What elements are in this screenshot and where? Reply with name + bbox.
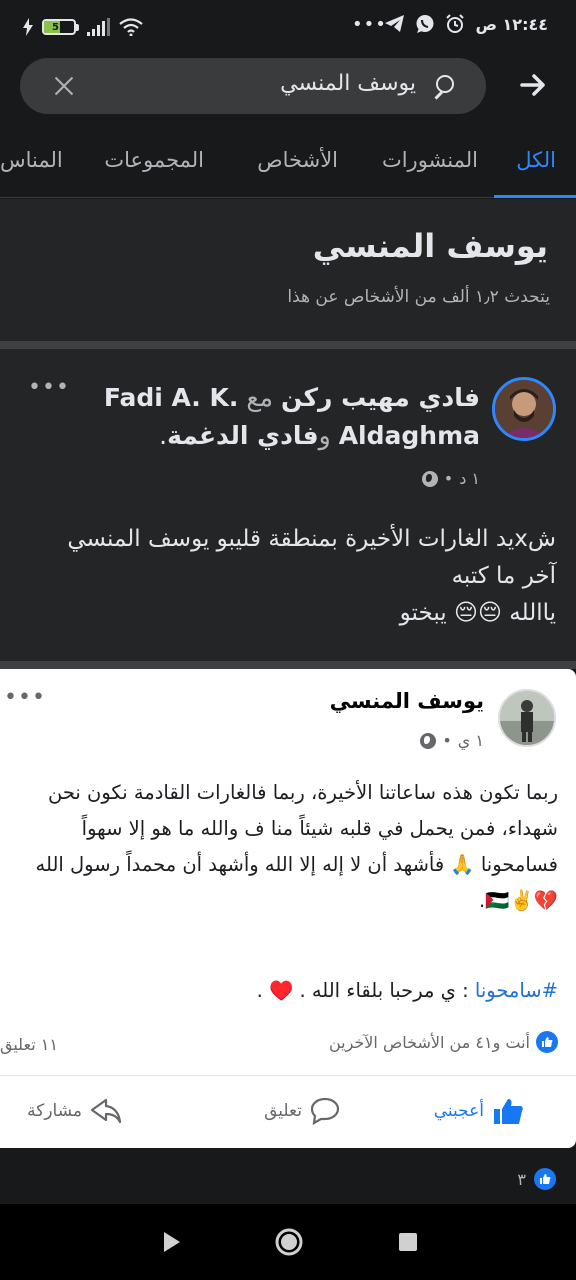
comment-label: تعليق: [264, 1101, 302, 1121]
post-text-line: شxيد الغارات الأخيرة بمنطقة قليبو يوسف ا…: [67, 526, 556, 552]
avatar[interactable]: [492, 377, 556, 441]
status-left: 52: [22, 16, 143, 38]
topic-header: يوسف المنسي يتحدث ١٫٢ ألف من الأشخاص عن …: [0, 199, 576, 341]
outer-reactions-count: ٣: [517, 1169, 526, 1189]
signal-icon: [87, 18, 110, 36]
comments-count[interactable]: ١١ تعليق: [0, 1035, 58, 1054]
status-overflow: •••: [352, 14, 387, 35]
and-word: و: [318, 421, 331, 450]
post-time[interactable]: ١ د: [459, 469, 480, 488]
post-card: فادي مهيب ركن مع Fadi A. K. Aldaghma وفا…: [0, 349, 576, 661]
search-query[interactable]: يوسف المنسي: [280, 71, 416, 96]
with-word: مع: [246, 383, 274, 412]
shared-post-body: ربما تكون هذه ساعاتنا الأخيرة، ربما فالغ…: [35, 781, 558, 912]
share-label: مشاركة: [27, 1101, 82, 1121]
post-author[interactable]: فادي مهيب ركن: [281, 383, 480, 412]
charging-bolt-icon: [23, 18, 33, 36]
like-button[interactable]: أعجبني: [434, 1097, 524, 1125]
reactions-summary[interactable]: أنت و٤١ من الأشخاص الآخرين: [329, 1031, 558, 1053]
reactions-text: أنت و٤١ من الأشخاص الآخرين: [328, 1032, 530, 1052]
back-arrow-icon[interactable]: [518, 70, 548, 100]
tab-posts[interactable]: المنشورات: [382, 148, 478, 172]
shared-avatar[interactable]: [498, 689, 556, 747]
search-field[interactable]: يوسف المنسي: [20, 58, 486, 114]
home-circle-icon[interactable]: [274, 1227, 304, 1257]
clock: ١٢:٤٤ ص: [475, 14, 548, 34]
more-options-icon[interactable]: •••: [4, 685, 46, 710]
topic-title: يوسف المنسي: [312, 227, 548, 265]
actions-divider: [0, 1075, 576, 1076]
alarm-icon: [446, 14, 465, 33]
shared-post-time[interactable]: ١ ي: [458, 731, 484, 750]
active-tab-indicator: [494, 195, 576, 198]
post-author-line: فادي مهيب ركن مع Fadi A. K. Aldaghma وفا…: [103, 383, 480, 450]
tagged-user-2[interactable]: فادي الدغمة: [167, 421, 319, 450]
like-reaction-icon: [536, 1031, 558, 1053]
telegram-icon: [385, 15, 405, 32]
shared-post-card[interactable]: يوسف المنسي ١ ي • ••• ربما تكون هذه ساعا…: [0, 669, 576, 1148]
post-text-line: ياالله 😔😔 يبختو: [399, 600, 556, 626]
tab-all[interactable]: الكل: [516, 148, 556, 172]
post-divider: [0, 661, 576, 669]
outer-reactions[interactable]: ٣: [517, 1168, 556, 1190]
whatsapp-icon: [416, 15, 434, 33]
tab-groups[interactable]: المجموعات: [104, 148, 204, 172]
search-icon: [432, 75, 454, 97]
section-divider: [0, 341, 576, 349]
like-icon: [494, 1099, 523, 1124]
wifi-icon: [119, 18, 143, 36]
like-reaction-icon: [534, 1168, 556, 1190]
hashtag-rest: : ي مرحبا بلقاء الله . ♥️ .: [256, 979, 469, 1002]
avatar-photo: [500, 691, 554, 745]
search-tabs: الكل المنشورات الأشخاص المجموعات المناس: [0, 130, 576, 198]
shared-post-meta: ١ ي •: [420, 731, 484, 750]
post-text: شxيد الغارات الأخيرة بمنطقة قليبو يوسف ا…: [16, 521, 556, 632]
shared-post-author[interactable]: يوسف المنسي: [330, 689, 484, 713]
post-text-line: آخر ما كتبه: [451, 563, 556, 589]
status-right: ١٢:٤٤ ص: [385, 14, 548, 34]
avatar-photo: [495, 380, 553, 438]
like-label: أعجبني: [433, 1101, 484, 1121]
clear-icon[interactable]: [50, 72, 78, 100]
comment-button[interactable]: تعليق: [264, 1097, 340, 1125]
battery-level: 52: [52, 21, 66, 33]
globe-icon: [421, 470, 438, 487]
search-header: يوسف المنسي: [0, 56, 576, 120]
topic-subtitle: يتحدث ١٫٢ ألف من الأشخاص عن هذا: [287, 287, 550, 307]
share-button[interactable]: مشاركة: [27, 1097, 122, 1125]
globe-icon: [420, 732, 437, 749]
status-bar: 52 ••• ١٢:٤٤ ص: [0, 0, 576, 56]
system-nav-bar: [0, 1204, 576, 1280]
hashtag-link[interactable]: #سامحونا: [475, 979, 558, 1002]
battery-icon: 52: [42, 19, 79, 35]
comment-icon: [310, 1097, 340, 1125]
post-meta: ١ د •: [421, 469, 480, 488]
recents-square-icon[interactable]: [398, 1232, 418, 1252]
more-options-icon[interactable]: •••: [28, 375, 70, 400]
share-icon: [90, 1098, 122, 1124]
shared-post-hashtag-line: #سامحونا : ي مرحبا بلقاء الله . ♥️ .: [13, 979, 558, 1002]
tab-events[interactable]: المناس: [0, 148, 63, 172]
back-triangle-icon[interactable]: [160, 1230, 184, 1254]
tab-people[interactable]: الأشخاص: [257, 148, 338, 172]
